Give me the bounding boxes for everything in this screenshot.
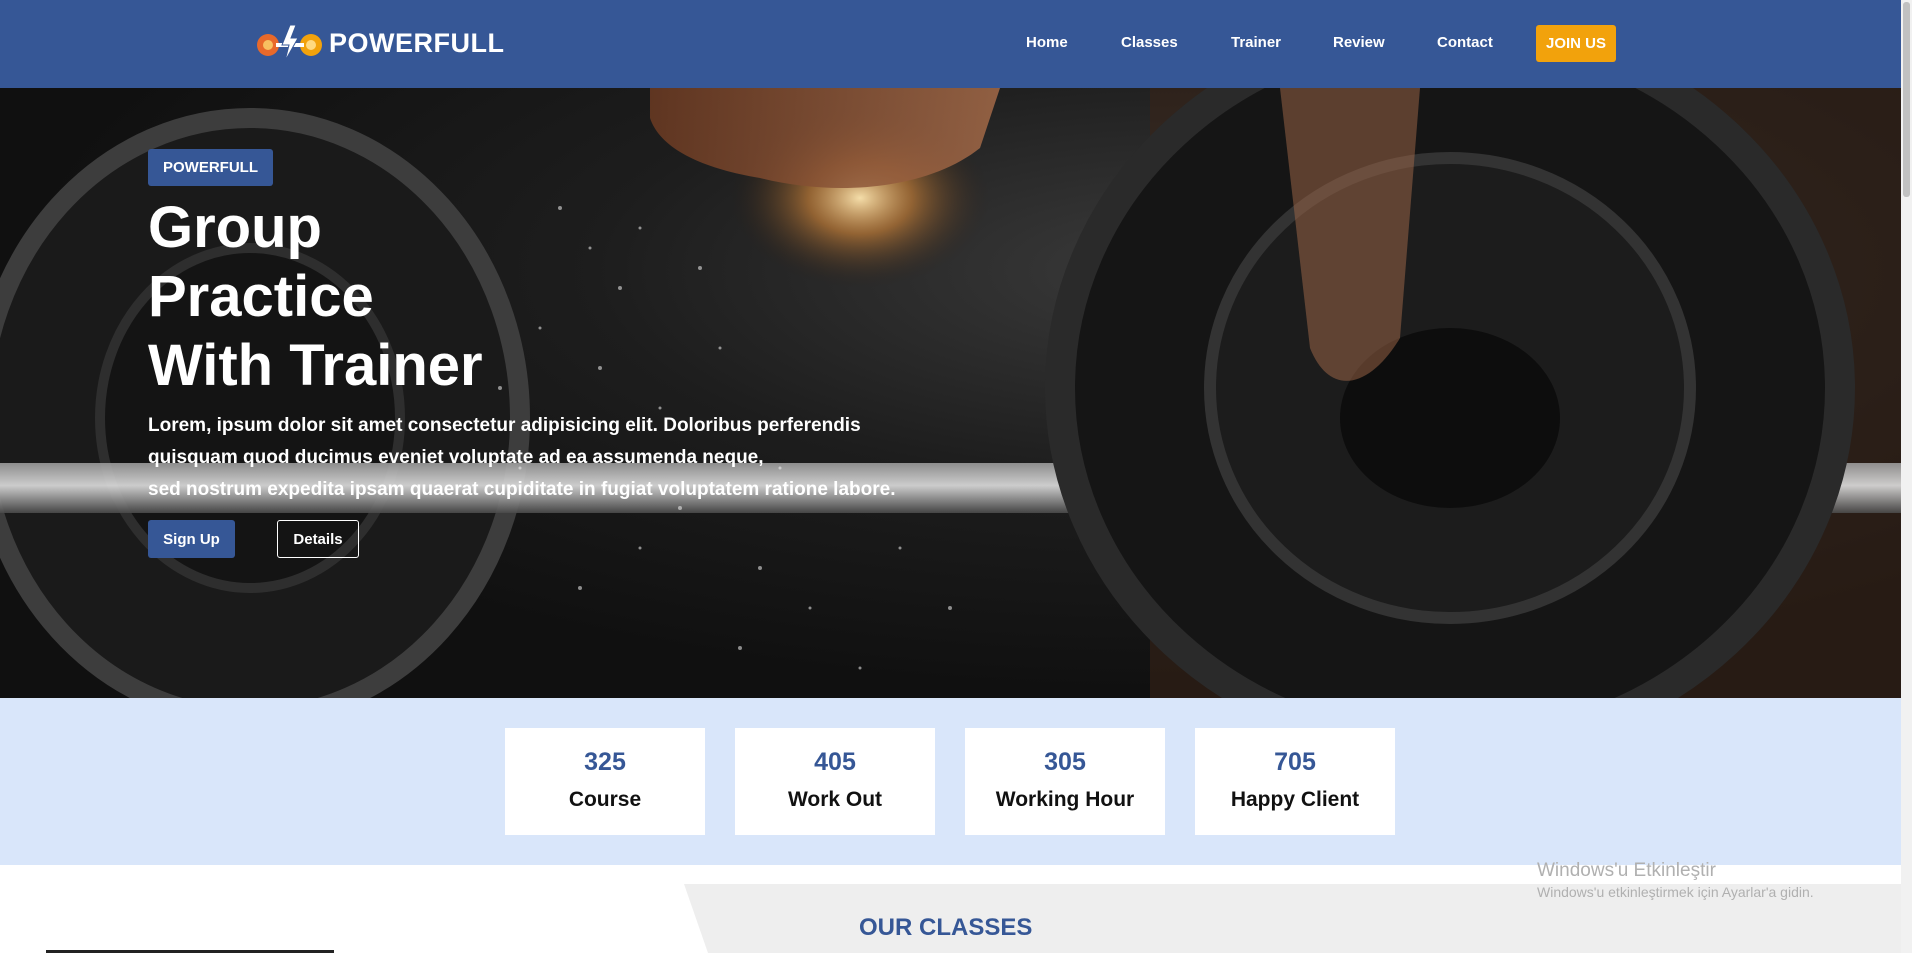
stat-label: Happy Client [1230,788,1360,811]
scrollbar-thumb[interactable] [1903,2,1910,197]
hero-description: Lorem, ipsum dolor sit amet consectetur … [148,410,895,506]
navbar: POWERFULL Home Classes Trainer Review Co… [0,0,1901,88]
stat-card-course: 325 Course [505,728,705,835]
details-button[interactable]: Details [277,520,359,558]
nav-home[interactable]: Home [1026,34,1068,51]
windows-activation-subtitle: Windows'u etkinleştirmek için Ayarlar'a … [1537,884,1814,900]
stat-label: Working Hour [995,788,1135,811]
stat-value: 325 [584,748,626,776]
hero-title-line: With Trainer [148,333,483,398]
page-scrollbar[interactable] [1901,0,1912,953]
nav-contact[interactable]: Contact [1437,34,1493,51]
stat-card-workout: 405 Work Out [735,728,935,835]
hero-description-line: sed nostrum expedita ipsam quaerat cupid… [148,479,896,500]
stat-value: 705 [1274,748,1316,776]
nav-trainer[interactable]: Trainer [1231,34,1281,51]
brand-logo[interactable]: POWERFULL [256,23,504,63]
brand-name: POWERFULL [329,27,505,58]
hero-title-line: Practice [148,264,374,329]
hero-badge: POWERFULL [148,149,273,186]
stats-section: 325 Course 405 Work Out 305 Working Hour… [0,698,1901,865]
hero-description-line: Lorem, ipsum dolor sit amet consectetur … [148,415,861,436]
hero-title-line: Group [148,195,322,260]
barbell-lightning-icon [256,23,326,63]
classes-section-title: OUR CLASSES [859,914,1033,941]
hero-description-line: quisquam quod ducimus eveniet voluptate … [148,447,764,468]
windows-activation-title: Windows'u Etkinleştir [1537,860,1716,881]
hero-section: POWERFULL Group Practice With Trainer Lo… [0,88,1901,698]
stat-value: 405 [814,748,856,776]
hero-title: Group Practice With Trainer [148,193,483,400]
join-us-button[interactable]: JOIN US [1536,25,1616,62]
stat-value: 305 [1044,748,1086,776]
stat-card-happy-client: 705 Happy Client [1195,728,1395,835]
stat-label: Course [568,788,642,811]
nav-classes[interactable]: Classes [1121,34,1178,51]
stat-label: Work Out [787,788,883,811]
sign-up-button[interactable]: Sign Up [148,520,235,558]
nav-review[interactable]: Review [1333,34,1385,51]
stat-card-working-hour: 305 Working Hour [965,728,1165,835]
